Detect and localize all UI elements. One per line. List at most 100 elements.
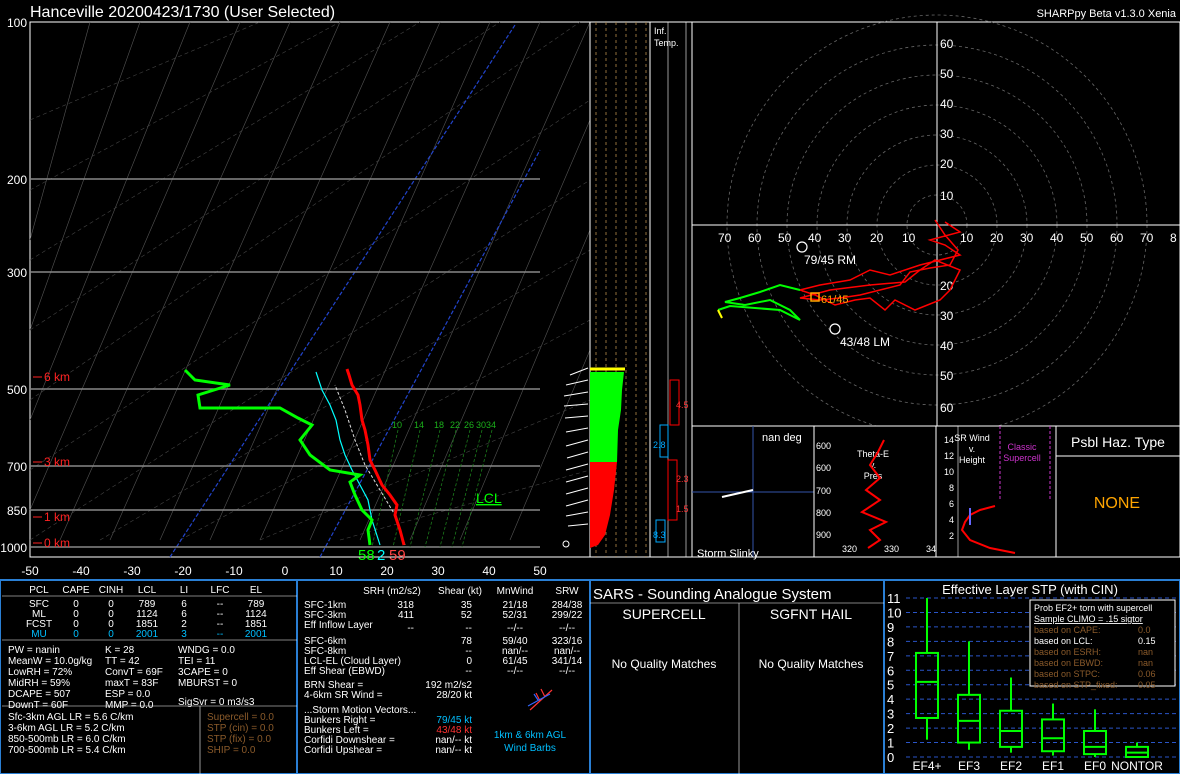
idx-midrh: MidRH = 59%	[8, 678, 70, 689]
window-title: Hanceville 20200423/1730 (User Selected)	[30, 4, 335, 21]
pcl-cell: 2001	[136, 629, 159, 640]
srwind-y-6: 6	[949, 499, 954, 509]
kin-row-srh: --	[407, 623, 414, 634]
mean-wind-label: 61/45	[821, 294, 849, 306]
hodo-x-70e: 70	[1140, 231, 1154, 245]
t-label-10: 10	[329, 564, 343, 578]
kin-row-label: Eff Inflow Layer	[304, 620, 373, 631]
bunkers-left-label: 43/48 LM	[840, 335, 890, 349]
idx-downt: DownT = 60F	[8, 700, 68, 711]
prob-sub: Sample CLIMO = .15 sigtor	[1034, 614, 1143, 624]
idx-mmp: MMP = 0.0	[105, 700, 154, 711]
t-label-m10: -10	[225, 564, 243, 578]
stp-y-tick: 10	[887, 605, 901, 620]
srwind-title-2: v.	[969, 444, 975, 454]
hodo-x-50e: 50	[1080, 231, 1094, 245]
stp-y-tick: 11	[887, 591, 901, 606]
idx-dcape: DCAPE = 507	[8, 689, 71, 700]
srwind-y-10: 10	[944, 467, 954, 477]
kin-row-srw: --/--	[559, 623, 575, 634]
stp-y-tick: 5	[887, 678, 894, 693]
kin-row-srw: 299/22	[552, 610, 583, 621]
t-label-m30: -30	[123, 564, 141, 578]
hodo-y-60: 60	[940, 37, 954, 51]
srwind-y-8: 8	[949, 483, 954, 493]
pressure-axis-labels: 100 200 300 500 700 850 1000	[0, 16, 27, 555]
hodo-y-20: 20	[940, 157, 954, 171]
hodo-y-40: 40	[940, 97, 954, 111]
hodo-x-30e: 30	[1020, 231, 1034, 245]
wetbulb-strip	[589, 21, 651, 558]
freezing-isotherm-2	[319, 149, 541, 558]
stp-x-tick: EF1	[1042, 759, 1064, 773]
hodo-x-40e: 40	[1050, 231, 1064, 245]
sharppy-display: Hanceville 20200423/1730 (User Selected)…	[0, 4, 1180, 774]
sars-hail-result: No Quality Matches	[759, 657, 864, 671]
pcl-header-2: CAPE	[62, 585, 90, 596]
t-label-m50: -50	[21, 564, 39, 578]
hodo-x-20e: 20	[990, 231, 1004, 245]
motion-value: nan/-- kt	[435, 745, 472, 756]
comp-stp-fix: STP (fix) = 0.0	[207, 734, 271, 745]
stp-y-tick: 6	[887, 663, 894, 678]
kin-row-mnwind: --/--	[507, 623, 523, 634]
prob-title: Prob EF2+ torn with supercell	[1034, 603, 1152, 613]
hodo-x-20w: 20	[870, 231, 884, 245]
p-label-100: 100	[7, 16, 27, 30]
surface-wetbulb-value: 2	[377, 547, 385, 564]
mr-label-30: 30	[476, 420, 486, 430]
idx-3cape: 3CAPE = 0	[178, 667, 228, 678]
pcl-cell: 0	[108, 629, 114, 640]
mr-label-26: 26	[464, 420, 474, 430]
stp-x-tick: EF2	[1000, 759, 1022, 773]
stp-y-tick: 3	[887, 707, 894, 722]
t-label-30: 30	[431, 564, 445, 578]
hodo-x-70w: 70	[718, 231, 732, 245]
idx-tei: TEI = 11	[178, 656, 216, 667]
idx-esp: ESP = 0.0	[105, 689, 151, 700]
hazard-title: Psbl Haz. Type	[1071, 434, 1165, 450]
mr-label-18: 18	[434, 420, 444, 430]
sr-wind-value: 28/20 kt	[436, 690, 472, 701]
comp-ship: SHIP = 0.0	[207, 745, 256, 756]
srwind-title-3: Height	[959, 455, 986, 465]
idx-convt: ConvT = 69F	[105, 667, 163, 678]
version-label: SHARPpy Beta v1.3.0 Xenia	[1037, 8, 1177, 20]
prob-row-label: based on STP_fixed:	[1034, 680, 1118, 690]
kin-header-srw: SRW	[555, 586, 579, 597]
prob-row-label: based on CAPE:	[1034, 625, 1101, 635]
motion-label: Corfidi Upshear =	[304, 745, 382, 756]
stp-x-tick: EF3	[958, 759, 980, 773]
inflow-label-1: Inf.	[654, 26, 667, 36]
kin-row-srw: --/--	[559, 666, 575, 677]
p-label-700: 700	[7, 460, 27, 474]
pcl-header-5: LI	[180, 585, 188, 596]
pcl-cell: 2001	[245, 629, 268, 640]
mr-label-22: 22	[450, 420, 460, 430]
pcl-cell: --	[217, 629, 224, 640]
hodograph-panel: 60 50 40 30 20 10 20 30 40 50 60 70 60 5…	[691, 14, 1180, 436]
hodo-x-60w: 60	[748, 231, 762, 245]
prob-row-value: 0.05	[1138, 680, 1156, 690]
p-label-850: 850	[7, 504, 27, 518]
inflow-value-3: 2.3	[676, 474, 689, 484]
pcl-cell: MU	[31, 629, 47, 640]
kin-row-mnwind: 52/31	[502, 610, 527, 621]
stp-x-tick: EF4+	[912, 759, 941, 773]
prob-row-label: based on ESRH:	[1034, 647, 1101, 657]
mr-label-14: 14	[414, 420, 424, 430]
srwind-classic-2: Supercell	[1003, 453, 1041, 463]
temperature-axis-labels: -50 -40 -30 -20 -10 0 10 20 30 40 50	[21, 564, 547, 578]
theta-title-1: Theta-E	[857, 449, 889, 459]
hodo-yd-60: 60	[940, 401, 954, 415]
wind-barbs	[562, 367, 589, 548]
inflow-value-4: 1.5	[676, 504, 689, 514]
skewt-isobars	[30, 178, 540, 548]
idx-sigsvr: SigSvr = 0 m3/s3	[178, 697, 255, 708]
lapse-1: Sfc-3km AGL LR = 5.6 C/km	[8, 712, 134, 723]
theta-y-1: 600	[816, 463, 831, 473]
theta-e-panel: Theta-E v. Pres 600 700 800 900 600 320 …	[813, 425, 937, 558]
sars-supercell-title: SUPERCELL	[622, 606, 705, 622]
barb-label-1: 1km & 6km AGL	[494, 730, 567, 741]
theta-y-2: 700	[816, 486, 831, 496]
